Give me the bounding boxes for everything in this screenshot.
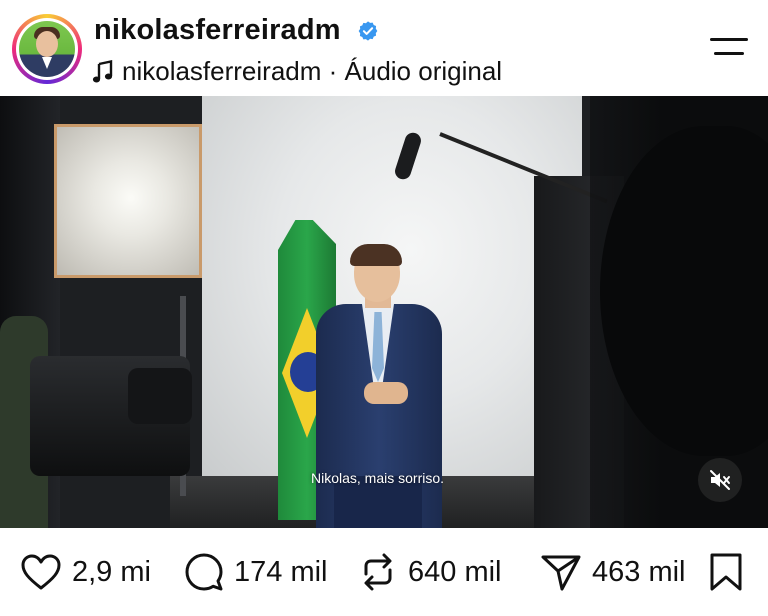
post-header: nikolasferreiradm nikolasferreiradm · Áu… [0, 0, 768, 96]
video-caption: Nikolas, mais sorriso. [311, 470, 445, 486]
verified-badge-icon [358, 21, 378, 41]
avatar[interactable] [19, 21, 75, 77]
video-player[interactable]: Nikolas, mais sorriso. [0, 96, 768, 528]
avatar-collar [42, 57, 52, 69]
comment-icon [185, 553, 223, 591]
audio-link[interactable]: nikolasferreiradm · Áudio original [92, 56, 502, 87]
bookmark-icon[interactable] [708, 552, 744, 592]
username[interactable]: nikolasferreiradm [94, 14, 341, 47]
comment-button[interactable]: 174 mil [184, 552, 328, 592]
heart-icon [21, 554, 61, 590]
muted-speaker-icon [710, 470, 730, 490]
like-count: 2,9 mi [72, 555, 151, 588]
like-button[interactable]: 2,9 mi [20, 552, 151, 592]
audio-label: nikolasferreiradm · Áudio original [122, 56, 503, 86]
camera-lens [128, 368, 192, 424]
menu-line-top [710, 38, 748, 41]
hamburger-menu-icon[interactable] [710, 36, 748, 60]
share-icon [541, 555, 581, 591]
softbox-light [54, 124, 202, 278]
repost-icon [364, 553, 392, 591]
story-ring[interactable] [12, 14, 82, 84]
repost-button[interactable]: 640 mil [358, 552, 502, 592]
share-count: 463 mil [592, 555, 686, 588]
mute-button[interactable] [698, 458, 742, 502]
share-button[interactable]: 463 mil [540, 552, 686, 592]
presenter-hands [364, 382, 408, 404]
menu-line-bottom [714, 52, 744, 55]
music-note-icon [92, 59, 113, 82]
avatar-face [36, 31, 58, 57]
repost-count: 640 mil [408, 555, 502, 588]
avatar-gap [16, 18, 78, 80]
presenter-hair [350, 244, 402, 266]
comment-count: 174 mil [234, 555, 328, 588]
action-bar: 2,9 mi 174 mil 640 mil 463 mil [0, 528, 768, 616]
